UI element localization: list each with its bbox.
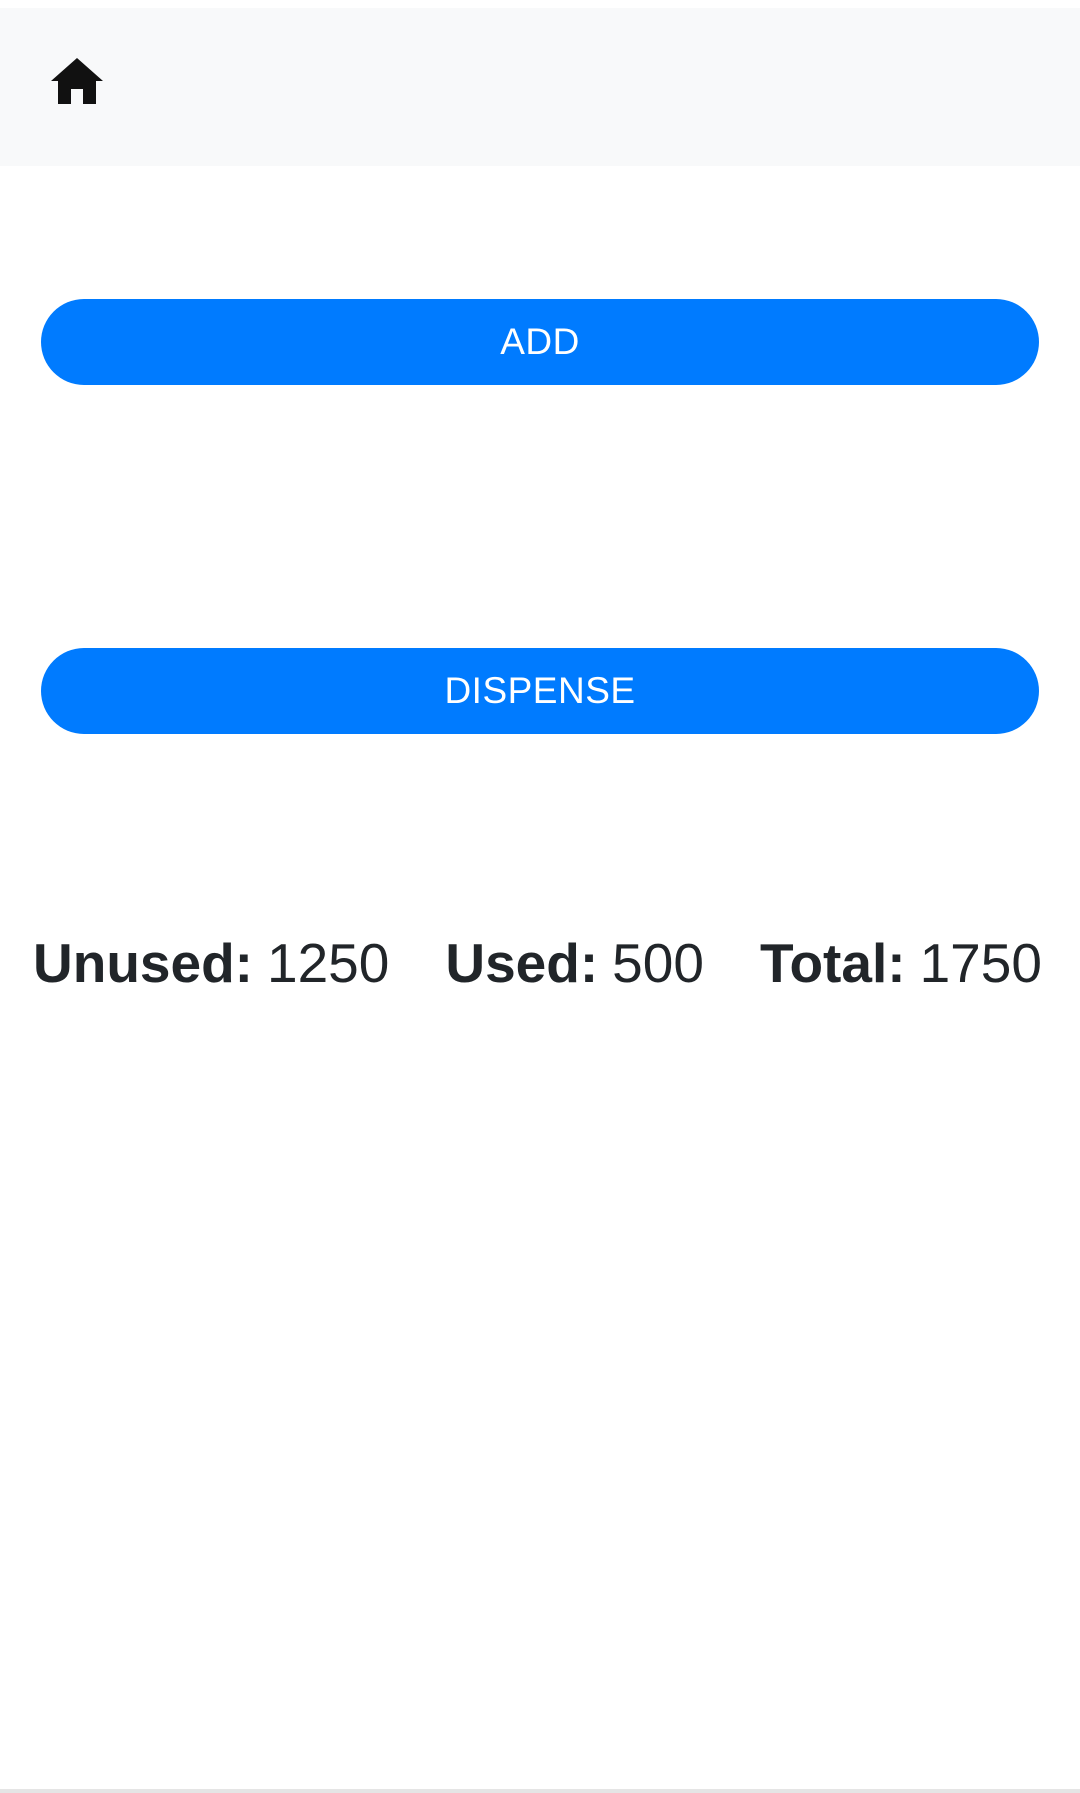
unused-value: 1250 bbox=[267, 932, 390, 994]
used-label: Used: bbox=[445, 932, 599, 994]
used-value: 500 bbox=[612, 932, 704, 994]
unused-label: Unused: bbox=[33, 932, 253, 994]
top-strip bbox=[0, 0, 1080, 8]
unused-stat: Unused: 1250 bbox=[33, 931, 389, 995]
total-value: 1750 bbox=[919, 932, 1042, 994]
total-stat: Total: 1750 bbox=[760, 931, 1042, 995]
bottom-divider bbox=[0, 1789, 1080, 1793]
page: ADD DISPENSE Unused: 1250 Used: 500 Tota… bbox=[0, 0, 1080, 1793]
home-icon bbox=[49, 56, 105, 106]
navbar bbox=[0, 8, 1080, 166]
add-button[interactable]: ADD bbox=[41, 299, 1039, 385]
stats-summary: Unused: 1250 Used: 500 Total: 1750 bbox=[33, 928, 1042, 998]
dispense-button[interactable]: DISPENSE bbox=[41, 648, 1039, 734]
used-stat: Used: 500 bbox=[445, 931, 704, 995]
total-label: Total: bbox=[759, 932, 906, 994]
home-link[interactable] bbox=[46, 50, 108, 112]
